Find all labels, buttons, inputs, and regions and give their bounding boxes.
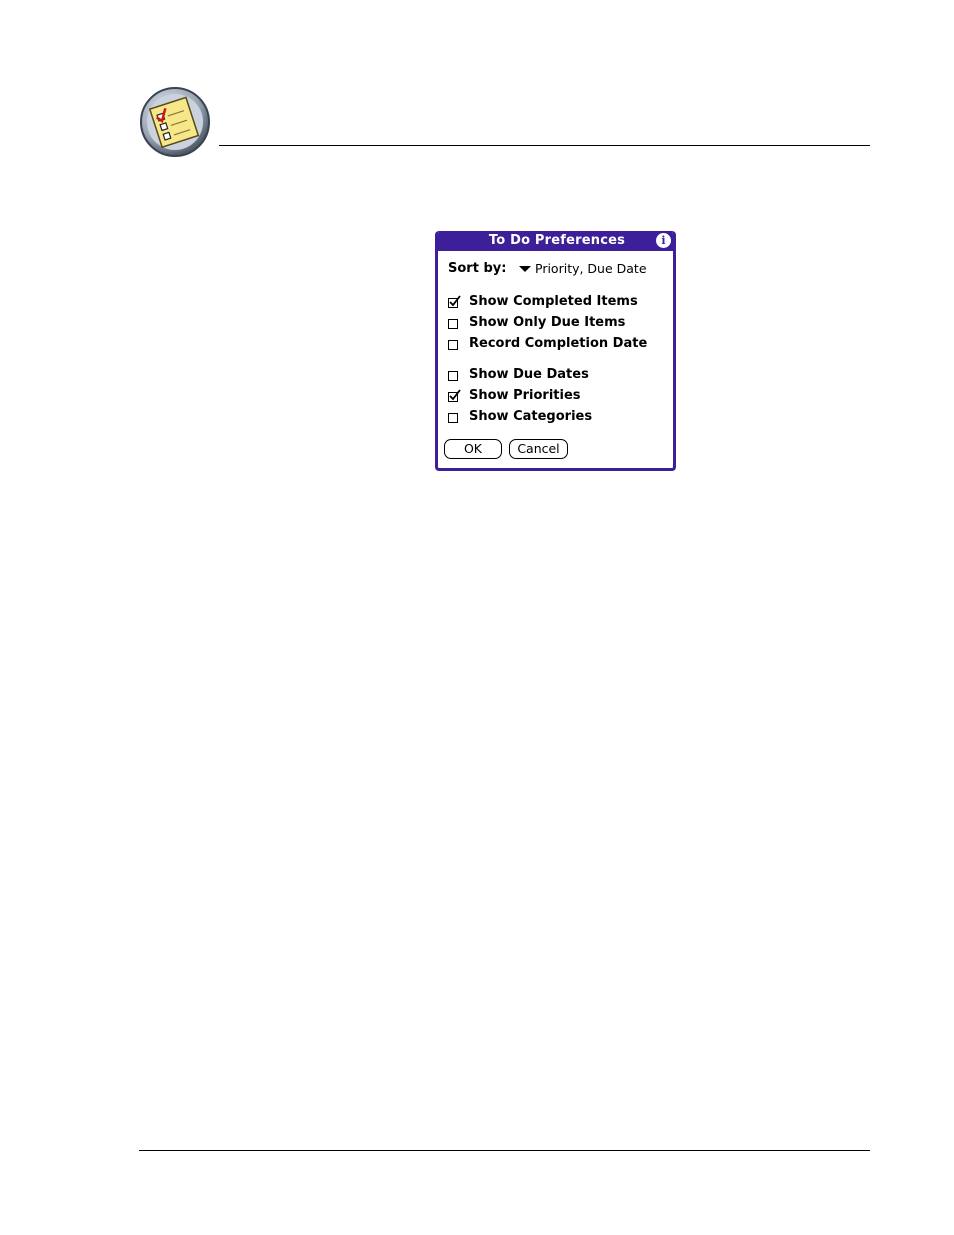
record-completion-date-checkbox[interactable] xyxy=(448,340,458,350)
checkmark-icon xyxy=(449,295,461,307)
show-categories-label[interactable]: Show Categories xyxy=(469,409,592,424)
show-priorities-checkbox[interactable] xyxy=(448,389,461,402)
show-due-dates-checkbox[interactable] xyxy=(448,371,458,381)
sort-by-label: Sort by: xyxy=(448,261,507,276)
checkmark-icon xyxy=(449,389,461,401)
ok-button[interactable]: OK xyxy=(444,439,502,459)
show-priorities-label[interactable]: Show Priorities xyxy=(469,388,581,403)
todo-preferences-dialog: To Do Preferences i Sort by: Priority, D… xyxy=(435,231,676,471)
sort-dropdown-arrow-icon[interactable] xyxy=(519,266,531,272)
show-completed-items-label[interactable]: Show Completed Items xyxy=(469,294,638,309)
todo-checklist-icon xyxy=(139,86,211,158)
show-completed-items-checkbox[interactable] xyxy=(448,295,461,308)
dialog-titlebar: To Do Preferences i xyxy=(438,231,673,251)
header-rule xyxy=(219,145,870,146)
info-icon[interactable]: i xyxy=(656,233,671,248)
dialog-title: To Do Preferences xyxy=(488,233,626,248)
show-categories-checkbox[interactable] xyxy=(448,413,458,423)
show-due-dates-label[interactable]: Show Due Dates xyxy=(469,367,589,382)
cancel-button[interactable]: Cancel xyxy=(509,439,568,459)
footer-rule xyxy=(139,1150,870,1151)
sort-by-selector[interactable]: Priority, Due Date xyxy=(535,261,647,276)
show-only-due-items-checkbox[interactable] xyxy=(448,319,458,329)
record-completion-date-label[interactable]: Record Completion Date xyxy=(469,336,647,351)
show-only-due-items-label[interactable]: Show Only Due Items xyxy=(469,315,625,330)
